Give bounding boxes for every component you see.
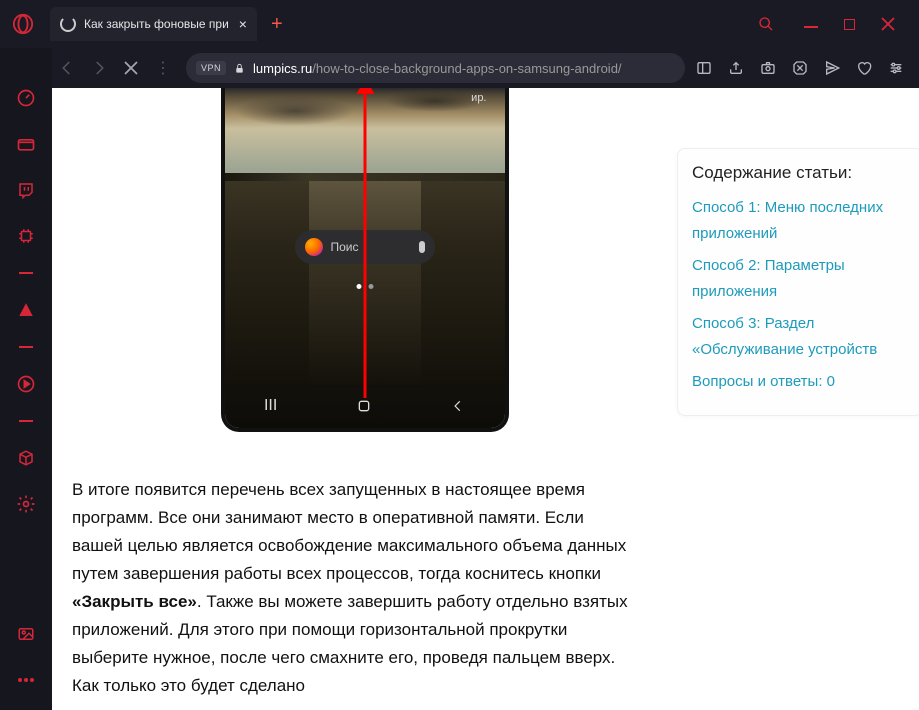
maximize-button[interactable]	[844, 19, 855, 30]
opera-menu-button[interactable]	[6, 7, 40, 41]
toc-link[interactable]: Способ 3: Раздел «Обслуживание устройств	[692, 311, 916, 363]
separator-icon	[19, 420, 33, 422]
toolbar-actions	[695, 59, 911, 77]
loading-icon	[60, 16, 76, 32]
phone-search-placeholder: Поис	[331, 240, 419, 254]
forward-button[interactable]	[86, 55, 112, 81]
speed-dial-icon[interactable]	[16, 88, 36, 108]
adblock-icon[interactable]	[791, 59, 809, 77]
close-window-button[interactable]	[881, 17, 895, 31]
home-icon	[356, 398, 372, 414]
table-of-contents: Содержание статьи: Способ 1: Меню послед…	[677, 148, 919, 416]
search-icon[interactable]	[758, 16, 774, 32]
page-content: ир. Поис III В итоге появится перечень	[52, 88, 919, 710]
article-paragraph: В итоге появится перечень всех запущенны…	[72, 472, 632, 700]
minimize-button[interactable]	[804, 20, 818, 28]
mic-icon	[419, 241, 425, 253]
chip-icon[interactable]	[16, 226, 36, 246]
toc-link[interactable]: Способ 1: Меню последних приложений	[692, 195, 916, 247]
firefox-icon	[305, 238, 323, 256]
tab-title: Как закрыть фоновые при	[84, 17, 229, 31]
wallet-icon[interactable]	[16, 134, 36, 154]
stop-button[interactable]	[118, 55, 144, 81]
easy-setup-icon[interactable]	[887, 59, 905, 77]
separator-icon	[19, 272, 33, 274]
lock-icon[interactable]	[234, 62, 245, 75]
ellipsis-icon[interactable]	[16, 670, 36, 690]
url-domain: lumpics.ru	[253, 61, 312, 76]
play-circle-icon[interactable]	[16, 374, 36, 394]
close-tab-icon[interactable]: ×	[239, 16, 247, 32]
toc-link[interactable]: Вопросы и ответы: 0	[692, 369, 916, 395]
separator-icon	[19, 346, 33, 348]
url-input[interactable]: VPN lumpics.ru/how-to-close-background-a…	[186, 53, 685, 83]
url-path: /how-to-close-background-apps-on-samsung…	[312, 61, 621, 76]
window-controls	[804, 17, 913, 31]
sidebar-toggle-icon[interactable]	[695, 59, 713, 77]
toc-link[interactable]: Способ 2: Параметры приложения	[692, 253, 916, 305]
cube-icon[interactable]	[16, 448, 36, 468]
red-arrow-annotation	[363, 88, 366, 398]
browser-tab[interactable]: Как закрыть фоновые при ×	[50, 7, 257, 41]
vpn-badge[interactable]: VPN	[196, 61, 226, 75]
gallery-icon[interactable]	[16, 624, 36, 644]
snapshot-icon[interactable]	[759, 59, 777, 77]
sidebar	[0, 48, 52, 710]
share-icon[interactable]	[727, 59, 745, 77]
more-icon[interactable]: ⋮	[150, 55, 176, 81]
address-bar-row: ⋮ VPN lumpics.ru/how-to-close-background…	[0, 48, 919, 88]
heart-icon[interactable]	[855, 59, 873, 77]
send-icon[interactable]	[823, 59, 841, 77]
phone-screenshot: ир. Поис III	[225, 88, 505, 428]
article-column: ир. Поис III В итоге появится перечень	[52, 88, 677, 710]
recents-icon: III	[264, 397, 277, 415]
gear-icon[interactable]	[16, 494, 36, 514]
triangle-icon[interactable]	[16, 300, 36, 320]
titlebar: Как закрыть фоновые при × +	[0, 0, 919, 48]
status-text: ир.	[471, 92, 486, 104]
new-tab-button[interactable]: +	[271, 13, 283, 36]
back-button[interactable]	[54, 55, 80, 81]
toc-title: Содержание статьи:	[692, 163, 916, 183]
back-icon	[451, 399, 465, 413]
twitch-icon[interactable]	[16, 180, 36, 200]
